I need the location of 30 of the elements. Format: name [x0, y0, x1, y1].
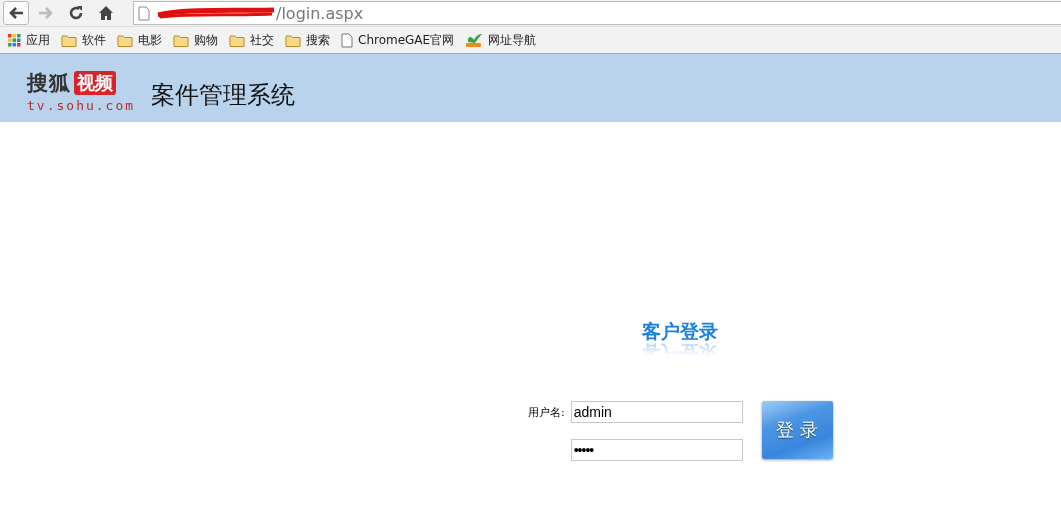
username-label: 用户名:	[528, 404, 565, 420]
login-button[interactable]: 登 录	[761, 401, 833, 459]
bookmark-item[interactable]: 社交	[229, 31, 274, 49]
home-icon	[98, 5, 114, 21]
folder-icon	[285, 33, 301, 47]
address-bar[interactable]: /login.aspx	[133, 1, 1061, 25]
bookmark-item[interactable]: 电影	[117, 31, 162, 49]
page-icon	[341, 32, 353, 48]
apps-grid-icon	[8, 33, 21, 47]
system-title: 案件管理系统	[151, 80, 296, 111]
bookmark-item[interactable]: 软件	[61, 31, 106, 49]
password-field[interactable]: •••••	[570, 439, 743, 461]
bookmark-item[interactable]: 应用	[8, 31, 50, 49]
username-field[interactable]: admin	[570, 401, 743, 423]
login-heading: 客户登录	[642, 319, 718, 344]
logo-badge: 视频	[74, 71, 116, 95]
back-button[interactable]	[3, 1, 29, 25]
folder-icon	[61, 33, 77, 47]
bookmark-item[interactable]: 网址导航	[465, 31, 537, 49]
leaf-logo-icon	[465, 32, 484, 48]
reload-icon	[68, 5, 84, 21]
page-icon	[138, 5, 150, 21]
folder-icon	[117, 33, 133, 47]
logo-domain: tv.sohu.com	[27, 98, 136, 113]
folder-icon	[173, 33, 189, 47]
bookmark-item[interactable]: 搜索	[285, 31, 330, 49]
logo-text: 搜狐	[27, 70, 71, 97]
bookmark-item[interactable]: 购物	[173, 31, 218, 49]
bookmark-item[interactable]: ChromeGAE官网	[341, 31, 455, 49]
folder-icon	[229, 33, 245, 47]
